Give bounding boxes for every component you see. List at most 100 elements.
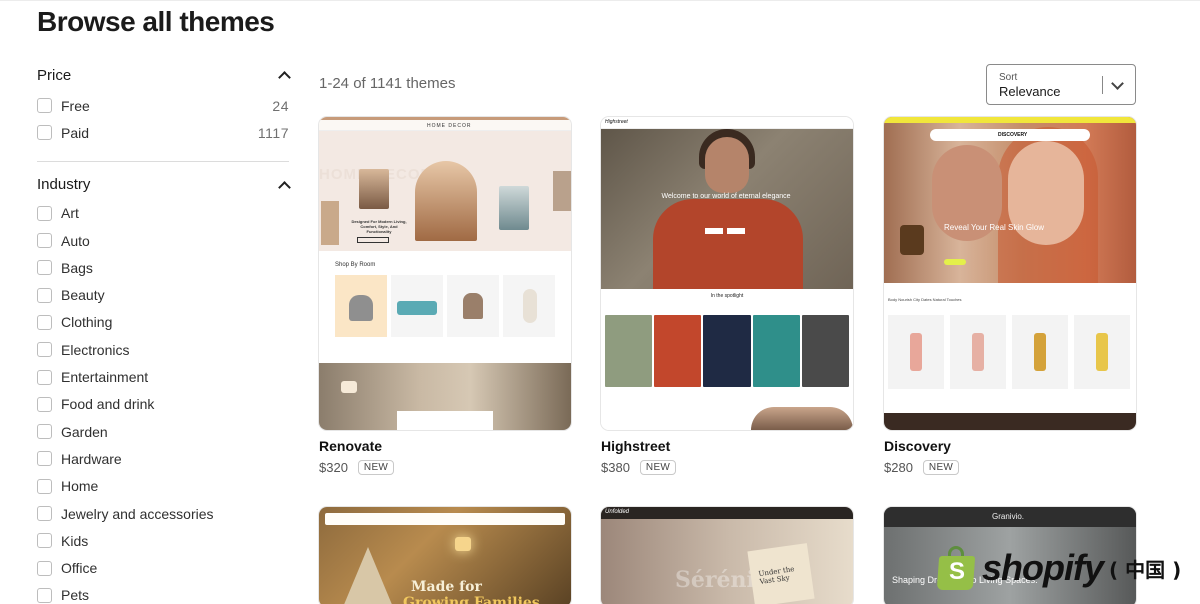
preview-logo: Unfolded — [605, 509, 630, 515]
industry-filter-title: Industry — [37, 176, 91, 194]
industry-option-garden[interactable]: Garden — [37, 418, 289, 445]
option-label: Jewelry and accessories — [61, 505, 214, 522]
new-badge: NEW — [639, 460, 677, 475]
option-label: Home — [61, 478, 99, 495]
top-border — [0, 0, 1200, 1]
option-label: Garden — [61, 423, 108, 440]
checkbox[interactable] — [37, 506, 52, 521]
checkbox[interactable] — [37, 314, 52, 330]
dress-image — [752, 315, 800, 387]
dress-image — [703, 315, 751, 387]
theme-price-row: $320 NEW — [319, 460, 571, 475]
industry-option-home[interactable]: Home — [37, 473, 289, 500]
preview-nav — [325, 513, 565, 525]
theme-thumbnail[interactable]: Highstreet Welcome to our world of etern… — [601, 117, 853, 430]
option-label: Bags — [61, 259, 93, 276]
product-card — [950, 315, 1006, 389]
product-card — [1012, 315, 1068, 389]
checkbox[interactable] — [37, 451, 52, 467]
industry-filter-toggle[interactable]: Industry — [37, 170, 289, 200]
theme-thumbnail[interactable]: HOME DECOR HOME DECOR Designed For Moder… — [319, 117, 571, 430]
checkbox[interactable] — [37, 287, 52, 303]
option-label: Electronics — [61, 341, 130, 358]
theme-price: $380 — [601, 460, 630, 475]
industry-option-food-and-drink[interactable]: Food and drink — [37, 391, 289, 418]
page-title: Browse all themes — [37, 6, 275, 37]
preview-section-title: Shop By Room — [335, 262, 376, 268]
industry-option-kids[interactable]: Kids — [37, 527, 289, 554]
price-filter-toggle[interactable]: Price — [37, 60, 289, 90]
preview-product — [391, 275, 443, 337]
industry-option-clothing[interactable]: Clothing — [37, 309, 289, 336]
checkbox[interactable] — [37, 369, 52, 385]
preview-nav: Highstreet — [601, 117, 853, 129]
preview-image — [359, 169, 389, 209]
lamp-image — [455, 537, 471, 551]
tent-image — [343, 547, 393, 604]
industry-option-electronics[interactable]: Electronics — [37, 336, 289, 363]
preview-product — [503, 275, 555, 337]
dress-image — [654, 315, 702, 387]
preview-logo: DISCOVERY — [998, 132, 1028, 138]
option-label: Clothing — [61, 314, 113, 331]
preview-card-text: Under the Vast Sky — [758, 565, 795, 586]
preview-products: Body Nourish City Dates Natural Touches — [884, 283, 1136, 413]
filter-sidebar: Price Free 24 Paid 1117 Industry Art Aut… — [37, 60, 289, 604]
industry-option-hardware[interactable]: Hardware — [37, 445, 289, 472]
preview-section-title: In the spotlight — [601, 289, 853, 315]
theme-thumbnail[interactable]: Reveal Your Real Skin Glow DISCOVERY Bod… — [884, 117, 1136, 430]
checkbox[interactable] — [37, 233, 52, 249]
theme-name[interactable]: Highstreet — [601, 438, 853, 454]
new-badge: NEW — [922, 460, 960, 475]
shopify-bag-icon: S — [936, 546, 976, 590]
industry-option-pets[interactable]: Pets — [37, 582, 289, 604]
preview-headline: Welcome to our world of eternal elegance — [661, 193, 791, 200]
industry-option-jewelry[interactable]: Jewelry and accessories — [37, 500, 289, 527]
option-count: 24 — [272, 97, 289, 114]
industry-option-beauty[interactable]: Beauty — [37, 281, 289, 308]
industry-option-art[interactable]: Art — [37, 200, 289, 227]
checkbox[interactable] — [37, 396, 52, 412]
checkbox[interactable] — [37, 478, 52, 494]
industry-option-auto[interactable]: Auto — [37, 227, 289, 254]
industry-option-office[interactable]: Office — [37, 554, 289, 581]
checkbox[interactable] — [37, 533, 52, 549]
preview-announcement-bar — [884, 117, 1136, 123]
checkbox[interactable] — [37, 98, 52, 114]
preview-hero: Made for Growing Families — [319, 507, 571, 604]
theme-name[interactable]: Renovate — [319, 438, 571, 454]
preview-footer — [884, 413, 1136, 430]
option-label: Office — [61, 560, 98, 577]
theme-card: Made for Growing Families — [319, 507, 571, 604]
preview-product — [335, 275, 387, 337]
price-option-free[interactable]: Free 24 — [37, 92, 289, 119]
theme-price: $320 — [319, 460, 348, 475]
checkbox[interactable] — [37, 125, 52, 141]
product-card — [888, 315, 944, 389]
theme-thumbnail[interactable]: Unfolded Sérénité Under the Vast Sky — [601, 507, 853, 604]
preview-logo: Highstreet — [605, 119, 628, 125]
bottle-image — [1034, 333, 1046, 371]
checkbox[interactable] — [37, 587, 52, 603]
preview-button — [944, 259, 966, 265]
checkbox[interactable] — [37, 260, 52, 276]
checkbox[interactable] — [37, 424, 52, 440]
price-option-paid[interactable]: Paid 1117 — [37, 119, 289, 146]
checkbox[interactable] — [37, 560, 52, 576]
sort-select[interactable]: Sort Relevance — [986, 64, 1136, 105]
preview-searchbar: DISCOVERY — [930, 129, 1090, 141]
industry-option-bags[interactable]: Bags — [37, 254, 289, 281]
filter-divider — [37, 160, 289, 162]
checkbox[interactable] — [37, 342, 52, 358]
industry-option-entertainment[interactable]: Entertainment — [37, 363, 289, 390]
theme-name[interactable]: Discovery — [884, 438, 1136, 454]
preview-nav: Unfolded — [601, 507, 853, 519]
preview-headline: Reveal Your Real Skin Glow — [944, 223, 1045, 232]
theme-thumbnail[interactable]: Made for Growing Families — [319, 507, 571, 604]
option-label: Art — [61, 205, 79, 222]
theme-card: Unfolded Sérénité Under the Vast Sky — [601, 507, 853, 604]
option-label: Free — [61, 97, 90, 114]
preview-room-image — [319, 363, 571, 430]
chair-image — [349, 295, 373, 321]
checkbox[interactable] — [37, 205, 52, 221]
